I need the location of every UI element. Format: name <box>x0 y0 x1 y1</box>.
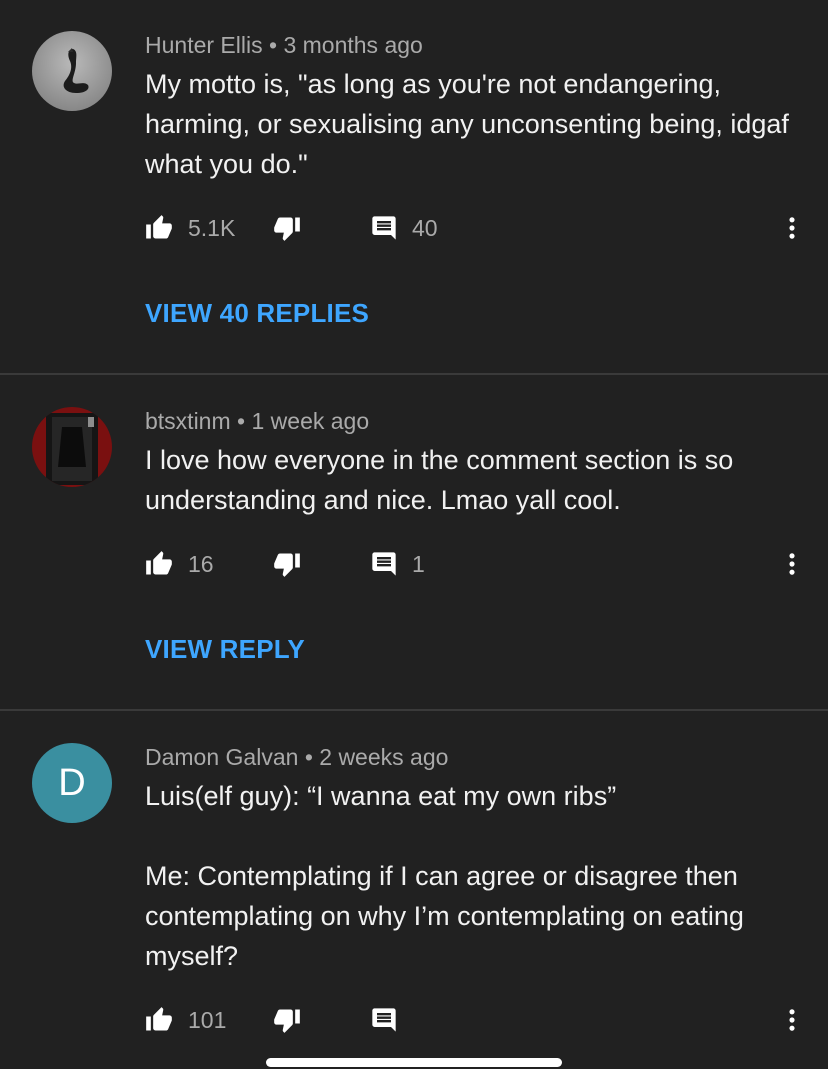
more-vert-icon[interactable] <box>778 212 806 244</box>
author-name[interactable]: Hunter Ellis <box>145 32 263 58</box>
more-vert-icon[interactable] <box>778 548 806 580</box>
comment-actions: 101 <box>0 1000 828 1040</box>
comment-icon[interactable] <box>370 550 398 578</box>
comment-meta: Hunter Ellis • 3 months ago <box>145 32 423 59</box>
thumb-up-icon[interactable] <box>145 1006 173 1034</box>
comment-time: 2 weeks ago <box>319 744 449 770</box>
divider <box>0 709 828 711</box>
thumb-up-icon[interactable] <box>145 550 173 578</box>
avatar-letter: D <box>58 761 86 804</box>
avatar[interactable] <box>32 31 112 111</box>
comment-icon[interactable] <box>370 1006 398 1034</box>
thumb-down-icon[interactable] <box>273 550 301 578</box>
view-replies-button[interactable]: VIEW 40 REPLIES <box>145 298 369 329</box>
reply-count: 40 <box>412 215 438 241</box>
comment-body: I love how everyone in the comment secti… <box>145 440 795 520</box>
comment-meta: btsxtinm • 1 week ago <box>145 408 369 435</box>
meta-separator: • <box>304 744 313 770</box>
avatar-dark-image <box>32 407 112 487</box>
comment-body: My motto is, "as long as you're not enda… <box>145 64 795 184</box>
home-indicator[interactable] <box>266 1058 562 1067</box>
comments-page: Hunter Ellis • 3 months ago My motto is,… <box>0 0 828 1069</box>
avatar[interactable]: D <box>32 743 112 823</box>
avatar[interactable] <box>32 407 112 487</box>
like-count: 5.1K <box>188 215 236 241</box>
comment-meta: Damon Galvan • 2 weeks ago <box>145 744 448 771</box>
comment-paragraph: Luis(elf guy): “I wanna eat my own ribs” <box>145 781 617 811</box>
comment-paragraph: I love how everyone in the comment secti… <box>145 445 734 515</box>
like-count: 101 <box>188 1007 227 1033</box>
comment-time: 3 months ago <box>283 32 423 58</box>
author-name[interactable]: btsxtinm <box>145 408 231 434</box>
author-name[interactable]: Damon Galvan <box>145 744 298 770</box>
like-count: 16 <box>188 551 214 577</box>
divider <box>0 373 828 375</box>
view-reply-button[interactable]: VIEW REPLY <box>145 634 305 665</box>
meta-separator: • <box>269 32 278 58</box>
comment-icon[interactable] <box>370 214 398 242</box>
meta-separator: • <box>237 408 246 434</box>
reply-count: 1 <box>412 551 425 577</box>
comment-time: 1 week ago <box>251 408 370 434</box>
avatar-swan-image <box>32 31 112 111</box>
comment-body: Luis(elf guy): “I wanna eat my own ribs”… <box>145 776 795 976</box>
thumb-up-icon[interactable] <box>145 214 173 242</box>
comment-paragraph: My motto is, "as long as you're not enda… <box>145 69 789 179</box>
comment-paragraph: Me: Contemplating if I can agree or disa… <box>145 861 744 971</box>
comment-actions: 5.1K 40 <box>0 208 828 248</box>
thumb-down-icon[interactable] <box>273 1006 301 1034</box>
comment-actions: 16 1 <box>0 544 828 584</box>
more-vert-icon[interactable] <box>778 1004 806 1036</box>
thumb-down-icon[interactable] <box>273 214 301 242</box>
